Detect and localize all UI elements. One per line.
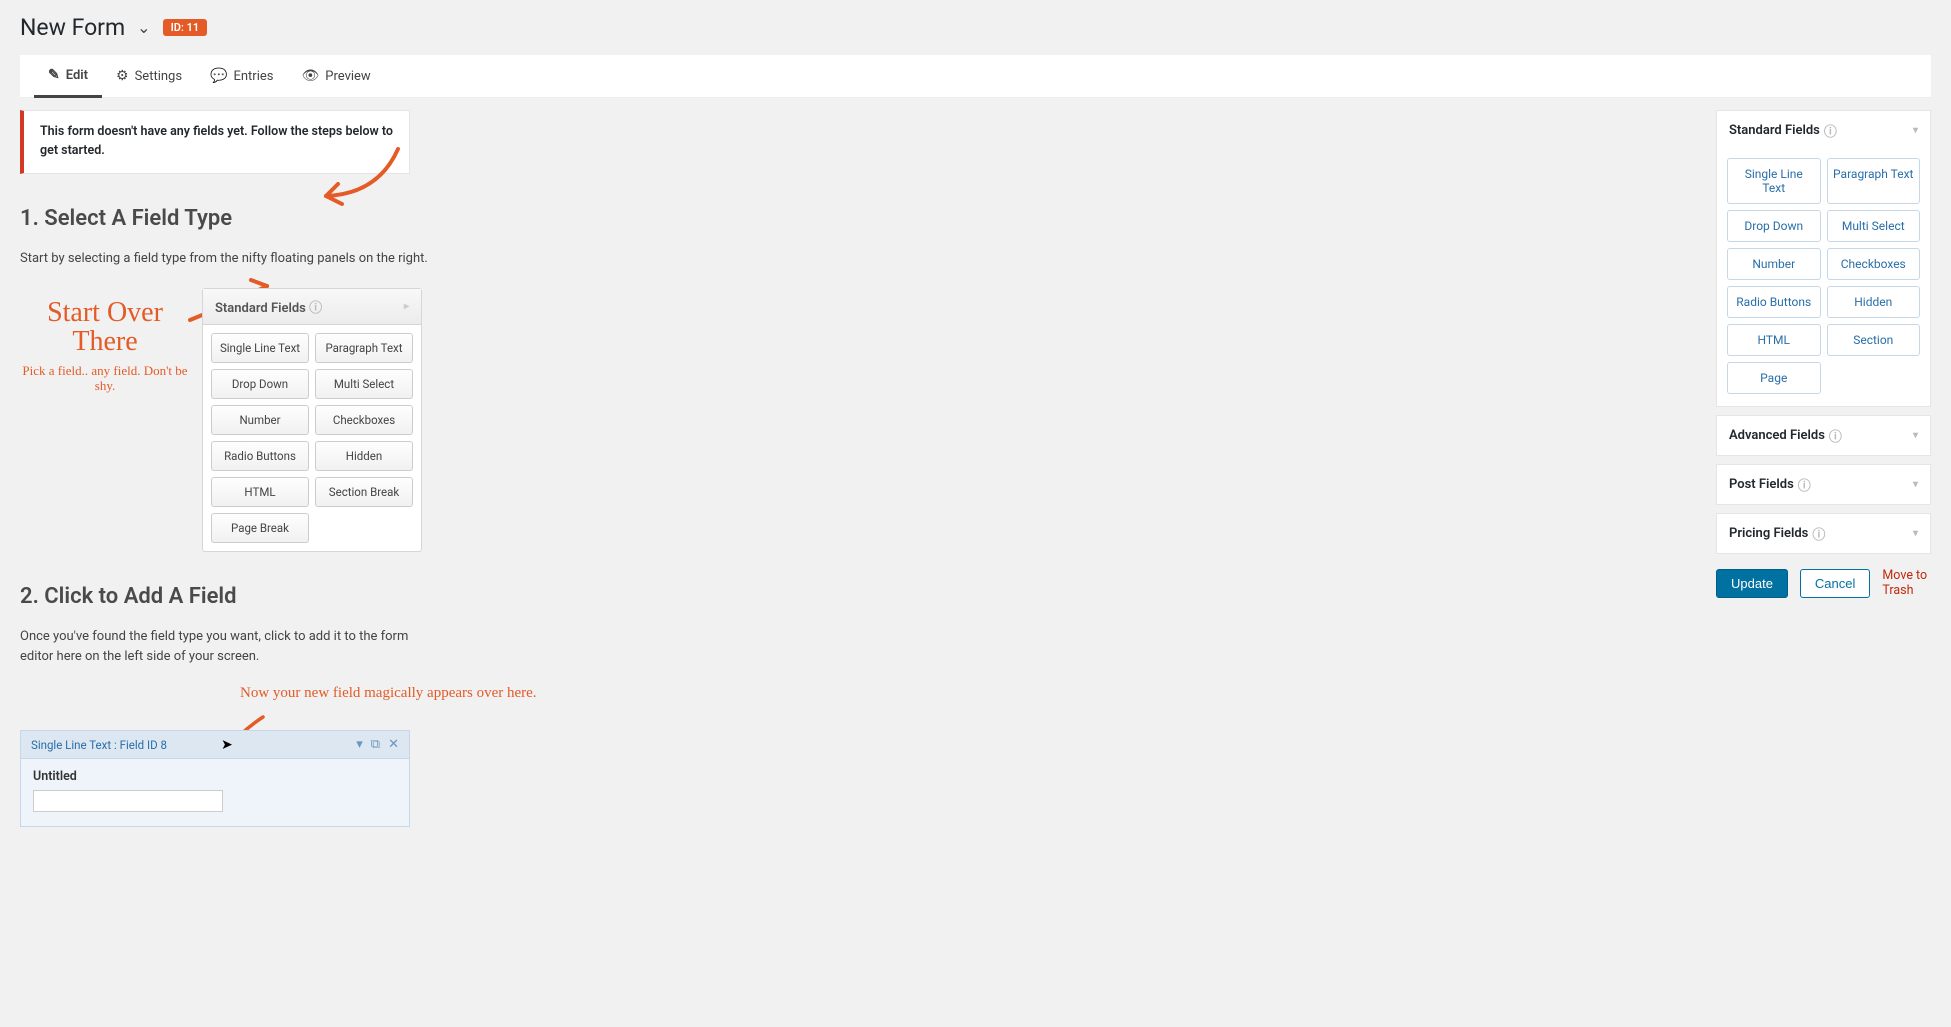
page-header: New Form ⌄ ID: 11 [20,10,1931,55]
tab-settings-label: Settings [135,69,182,84]
caret-down-icon: ▾ [1913,125,1918,136]
field-preview-label: Untitled [33,769,397,784]
mini-panel-header[interactable]: Standard Fields ⓘ ▸ [203,289,421,325]
field-page[interactable]: Page [1727,362,1821,394]
mini-field-single-line-text[interactable]: Single Line Text [211,333,309,363]
mini-field-radio-buttons[interactable]: Radio Buttons [211,441,309,471]
field-number[interactable]: Number [1727,248,1821,280]
tab-preview-label: Preview [325,69,370,84]
tab-edit[interactable]: ✎ Edit [34,55,102,98]
tab-preview[interactable]: 👁 Preview [287,55,384,97]
tab-entries-label: Entries [233,69,273,84]
mini-field-number[interactable]: Number [211,405,309,435]
help-icon: ⓘ [1829,426,1842,445]
field-multi-select[interactable]: Multi Select [1827,210,1921,242]
sidebar-post-title: Post Fields [1729,477,1794,492]
sidebar-pricing-title: Pricing Fields [1729,526,1808,541]
sidebar-post-header[interactable]: Post Fields ⓘ ▾ [1717,465,1930,504]
sidebar-post-fields: Post Fields ⓘ ▾ [1716,464,1931,505]
mini-field-html[interactable]: HTML [211,477,309,507]
help-icon: ⓘ [309,301,322,316]
tab-settings[interactable]: ⚙ Settings [102,55,196,97]
field-drop-down[interactable]: Drop Down [1727,210,1821,242]
field-preview-input[interactable] [33,790,223,812]
help-icon: ⓘ [1812,524,1825,543]
field-preview-header[interactable]: Single Line Text : Field ID 8 ▾ ⧉ ✕ [21,731,409,759]
field-checkboxes[interactable]: Checkboxes [1827,248,1921,280]
caret-down-icon: ▾ [1913,479,1918,490]
mini-field-checkboxes[interactable]: Checkboxes [315,405,413,435]
field-section[interactable]: Section [1827,324,1921,356]
annotation-arrow-icon [308,144,408,214]
tab-bar: ✎ Edit ⚙ Settings 💬 Entries 👁 Preview [20,55,1931,98]
annotation-small: Pick a field.. any field. Don't be shy. [20,363,190,394]
caret-icon: ▸ [404,301,409,312]
sidebar-pricing-header[interactable]: Pricing Fields ⓘ ▾ [1717,514,1930,553]
field-single-line-text[interactable]: Single Line Text [1727,158,1821,204]
field-html[interactable]: HTML [1727,324,1821,356]
mini-field-page-break[interactable]: Page Break [211,513,309,543]
tab-edit-label: Edit [66,68,88,83]
close-icon[interactable]: ✕ [388,737,399,752]
section-1-text: Start by selecting a field type from the… [20,249,440,269]
sidebar-pricing-fields: Pricing Fields ⓘ ▾ [1716,513,1931,554]
mini-field-hidden[interactable]: Hidden [315,441,413,471]
annotation-big: Start Over There [20,298,190,357]
edit-icon: ✎ [48,67,60,83]
help-icon: ⓘ [1824,121,1837,140]
caret-down-icon[interactable]: ▾ [356,737,363,752]
form-id-badge: ID: 11 [163,19,208,36]
chat-icon: 💬 [210,68,227,84]
mini-field-drop-down[interactable]: Drop Down [211,369,309,399]
section-2-text: Once you've found the field type you wan… [20,627,440,666]
help-icon: ⓘ [1798,475,1811,494]
caret-down-icon: ▾ [1913,430,1918,441]
mini-panel-title: Standard Fields [215,301,306,316]
mini-field-multi-select[interactable]: Multi Select [315,369,413,399]
field-radio-buttons[interactable]: Radio Buttons [1727,286,1821,318]
tab-entries[interactable]: 💬 Entries [196,55,287,97]
move-to-trash-link[interactable]: Move to Trash [1882,568,1931,598]
caret-down-icon: ▾ [1913,528,1918,539]
annotation-start-over-there: Start Over There Pick a field.. any fiel… [20,288,190,394]
chevron-down-icon[interactable]: ⌄ [137,18,150,37]
form-title: New Form [20,14,125,41]
sidebar-standard-header[interactable]: Standard Fields ⓘ ▾ [1717,111,1930,150]
annotation-field-appears: Now your new field magically appears ove… [240,684,537,702]
field-preview-title: Single Line Text : Field ID 8 [31,738,167,752]
section-2-heading: 2. Click to Add A Field [20,584,1696,609]
sidebar-advanced-header[interactable]: Advanced Fields ⓘ ▾ [1717,416,1930,455]
update-button[interactable]: Update [1716,569,1788,598]
eye-icon: 👁 [301,68,319,84]
cursor-icon: ➤ [221,737,233,753]
gears-icon: ⚙ [116,68,129,84]
sidebar-advanced-fields: Advanced Fields ⓘ ▾ [1716,415,1931,456]
field-paragraph-text[interactable]: Paragraph Text [1827,158,1921,204]
sidebar-advanced-title: Advanced Fields [1729,428,1825,443]
sidebar-standard-title: Standard Fields [1729,123,1820,138]
field-hidden[interactable]: Hidden [1827,286,1921,318]
field-preview[interactable]: Single Line Text : Field ID 8 ▾ ⧉ ✕ ➤ Un… [20,730,410,827]
cancel-button[interactable]: Cancel [1800,569,1870,598]
sidebar-standard-fields: Standard Fields ⓘ ▾ Single Line Text Par… [1716,110,1931,407]
action-row: Update Cancel Move to Trash [1716,568,1931,598]
duplicate-icon[interactable]: ⧉ [371,737,380,752]
section-1-heading: 1. Select A Field Type [20,206,1696,231]
mini-field-section-break[interactable]: Section Break [315,477,413,507]
mini-field-paragraph-text[interactable]: Paragraph Text [315,333,413,363]
standard-fields-mini-panel: Standard Fields ⓘ ▸ Single Line Text Par… [202,288,422,552]
